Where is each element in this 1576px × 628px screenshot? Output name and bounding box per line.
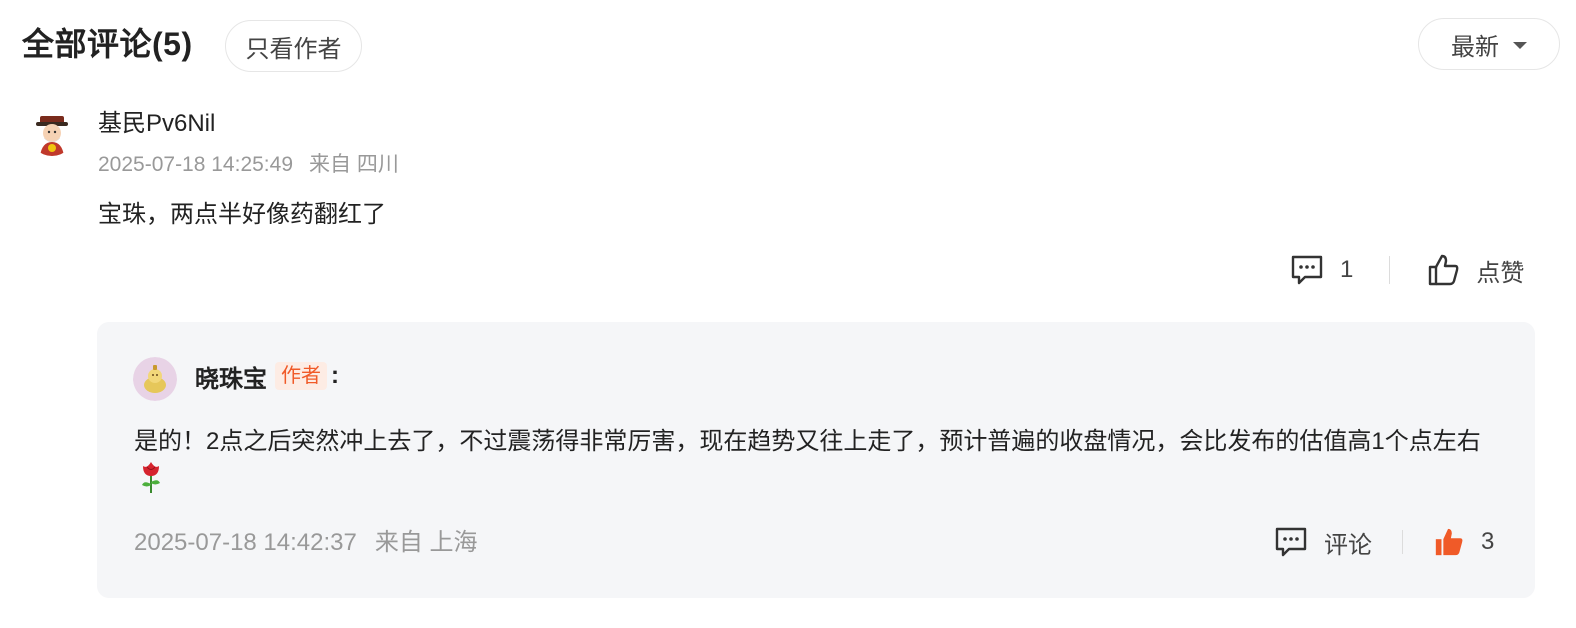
comments-header: 全部评论(5) 只看作者 最新: [0, 0, 1576, 90]
comment-text: 宝珠，两点半好像药翻红了: [98, 201, 386, 228]
reply-comment-button[interactable]: 评论: [1274, 525, 1372, 560]
comments-title: 全部评论(5): [22, 26, 193, 62]
reply-like-button[interactable]: 3: [1433, 526, 1494, 558]
comments-section: 全部评论(5) 只看作者 最新 基民Pv6Nil 2025-07-18 14:2…: [0, 0, 1576, 628]
thumbs-up-filled-icon: [1433, 526, 1465, 558]
thumbs-up-icon: [1426, 253, 1460, 287]
reply-location: 来自 上海: [374, 529, 478, 556]
caret-down-icon: [1513, 42, 1527, 49]
comment-icon: [1290, 254, 1324, 286]
comment-icon: [1274, 526, 1308, 558]
comment-actions: 1 点赞: [1290, 248, 1524, 292]
rose-emoji-icon: [138, 460, 164, 505]
reply-meta: 2025-07-18 14:42:37 来自 上海: [134, 526, 478, 560]
reply-timestamp: 2025-07-18 14:42:37: [134, 529, 357, 556]
reply-text: 是的！2点之后突然冲上去了，不过震荡得非常厉害，现在趋势又往上走了，预计普遍的收…: [134, 428, 1481, 455]
reply-text-block: 是的！2点之后突然冲上去了，不过震荡得非常厉害，现在趋势又往上走了，预计普遍的收…: [134, 424, 1504, 505]
reply-username[interactable]: 晓珠宝: [195, 359, 267, 394]
author-badge: 作者: [275, 362, 327, 390]
reply-actions: 评论 3: [1274, 520, 1494, 564]
like-label: 点赞: [1476, 259, 1525, 287]
author-reply: 晓珠宝 作者 : 是的！2点之后突然冲上去了，不过震荡得非常厉害，现在趋势又往上…: [97, 322, 1535, 598]
reply-count: 1: [1340, 256, 1354, 283]
reply-count-button[interactable]: 1: [1290, 254, 1353, 286]
reply-colon: :: [331, 362, 339, 389]
avatar[interactable]: [30, 112, 74, 156]
reply-user-line: 晓珠宝 作者 :: [195, 358, 339, 394]
action-divider: [1402, 530, 1403, 554]
like-button[interactable]: 点赞: [1426, 253, 1524, 288]
sort-dropdown[interactable]: 最新: [1418, 18, 1560, 70]
sort-label: 最新: [1451, 33, 1499, 61]
reply-comment-label: 评论: [1324, 531, 1372, 559]
action-divider: [1389, 256, 1391, 284]
comment-location: 来自 四川: [309, 153, 399, 176]
reply-like-count: 3: [1481, 528, 1495, 555]
comment-username[interactable]: 基民Pv6Nil: [98, 108, 215, 140]
comment-timestamp: 2025-07-18 14:25:49: [98, 153, 293, 176]
author-only-button[interactable]: 只看作者: [225, 20, 362, 72]
comment-meta: 2025-07-18 14:25:49 来自 四川: [98, 150, 399, 180]
avatar[interactable]: [133, 357, 177, 401]
